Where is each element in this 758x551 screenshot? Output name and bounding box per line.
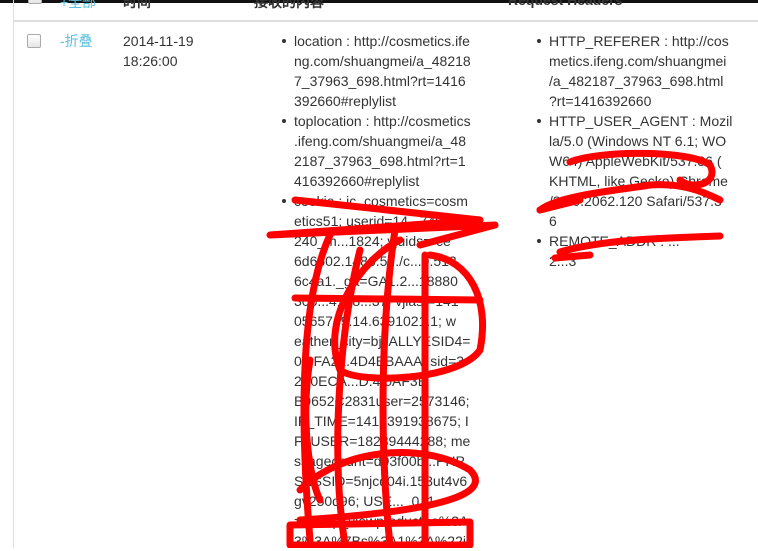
text-line: ng.com/shuangmei/a_48218 <box>294 53 471 69</box>
content-list: location : http://cosmetics.ife ng.com/sh… <box>282 31 471 551</box>
collapse-link[interactable]: -折叠 <box>60 31 93 51</box>
text-line: REMOTE_ADDR : ... <box>549 233 680 249</box>
text-line: /37.0.2062.120 Safari/537.3 <box>549 193 722 209</box>
header-content: 接收的内容 <box>254 0 324 10</box>
text-line: 0565749.14.6391021.1; w <box>294 313 456 329</box>
text-line: B9652C2831user=2573146; <box>294 393 470 409</box>
row-date: 2014-11-19 <box>123 33 194 49</box>
text-line: /a_482187_37963_698.html <box>549 73 724 89</box>
text-line: HTTP_USER_AGENT : Mozil <box>549 113 733 129</box>
text-line: ?rt=1416392660 <box>549 93 652 109</box>
text-line: 416392660#replylist <box>294 173 420 189</box>
row-clock: 18:26:00 <box>123 53 178 69</box>
row-checkbox[interactable] <box>27 34 41 48</box>
text-line: .ifeng.com/shuangmei/a_48 <box>294 133 466 149</box>
text-line: HTTP_REFERER : http://cos <box>549 33 729 49</box>
text-line: cookie : ic_cosmetics=cosm <box>294 193 468 209</box>
text-line: etics51; userid=14...740 <box>294 213 444 229</box>
text-line: 6d6502.1486.5.../c...0.513 <box>294 253 457 269</box>
content-item: toplocation : http://cosmetics .ifeng.com… <box>282 111 471 191</box>
text-line: 392660#replylist <box>294 93 396 109</box>
text-line: IF_TIME=1416391938675; I <box>294 413 469 429</box>
header-item: HTTP_USER_AGENT : Mozil la/5.0 (Windows N… <box>536 111 733 231</box>
text-line: 2187_37963_698.html?rt=1 <box>294 153 466 169</box>
table-left-border <box>13 0 14 548</box>
text-line: KHTML, like Gecko) Chrome <box>549 173 728 189</box>
text-line: metics.ifeng.com/shuangmei <box>549 53 727 69</box>
content-item: location : http://cosmetics.ife ng.com/sh… <box>282 31 471 111</box>
text-line: 6 <box>549 213 557 229</box>
text-line: 305...4128...37; vjlast=141 <box>294 293 459 309</box>
expand-all-link[interactable]: +全部 <box>60 0 96 12</box>
text-line: SESSID=5njcq04i.153ut4v6 <box>294 473 468 489</box>
text-line: 6c4a1._ga=GA1.2...18880 <box>294 273 458 289</box>
text-line: =0; hzp_viewproduct=a%3A <box>294 513 469 529</box>
text-line: location : http://cosmetics.ife <box>294 33 470 49</box>
text-line: 7_37963_698.html?rt=1416 <box>294 73 466 89</box>
text-line: 09.FA22.4D4EBAAA; sid=3 <box>294 353 465 369</box>
text-line: gv250q96; USE..._0_1 <box>294 493 435 509</box>
text-line: F_USER=18239444288; me <box>294 433 471 449</box>
content-item: cookie : ic_cosmetics=cosm etics51; useri… <box>282 191 471 551</box>
text-line: 240_m...1824; vjuids=-ce <box>294 233 451 249</box>
text-line: 2...3 <box>549 253 577 269</box>
text-line: W64) AppleWebKit/537.36 ( <box>549 153 722 169</box>
header-divider <box>14 20 758 22</box>
text-line: toplocation : http://cosmetics <box>294 113 471 129</box>
top-bar <box>0 0 758 3</box>
text-line: la/5.0 (Windows NT 6.1; WO <box>549 133 727 149</box>
text-line: eather_city=bj; ALLYESID4= <box>294 333 471 349</box>
text-line: 2F0ECA...D.4.0AF3B <box>294 373 428 389</box>
header-item: HTTP_REFERER : http://cos metics.ifeng.co… <box>536 31 732 111</box>
text-line: 3%3A%7Bs%3A1%3A%22i <box>294 533 466 549</box>
select-all-checkbox[interactable] <box>28 0 42 4</box>
header-time: 时间 <box>123 0 151 10</box>
header-item: REMOTE_ADDR : ... 2...3 <box>536 231 732 271</box>
row-time: 2014-11-19 18:26:00 <box>123 31 194 71</box>
text-line: ssagecount=d93f00b...PHP <box>294 453 465 469</box>
header-request-headers: Request Headers <box>508 0 623 8</box>
headers-list: HTTP_REFERER : http://cos metics.ifeng.co… <box>536 31 733 271</box>
